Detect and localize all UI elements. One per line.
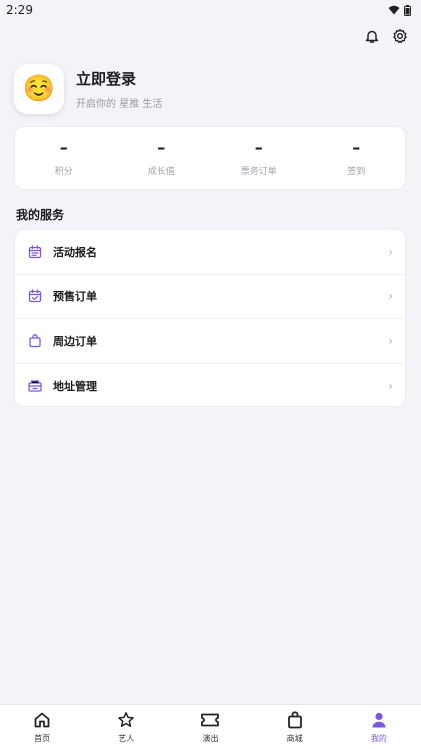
nav-item-me[interactable]: 我的 bbox=[337, 710, 421, 744]
star-icon bbox=[116, 710, 136, 730]
stat-points[interactable]: – 积分 bbox=[15, 137, 113, 177]
avatar[interactable]: ☺️ bbox=[14, 64, 64, 114]
nav-label: 商城 bbox=[286, 734, 303, 743]
nav-item-artists[interactable]: 艺人 bbox=[84, 710, 168, 744]
menu-item-presale-orders[interactable]: 预售订单 › bbox=[15, 275, 405, 319]
stat-value: – bbox=[59, 137, 68, 157]
menu-item-event-signup[interactable]: 活动报名 › bbox=[15, 230, 405, 275]
chevron-right-icon: › bbox=[388, 378, 393, 393]
stat-checkin[interactable]: – 签到 bbox=[308, 137, 406, 177]
profile-text: 立即登录 开启你的 星推 生活 bbox=[76, 68, 162, 110]
bell-icon bbox=[365, 30, 379, 43]
settings-button[interactable] bbox=[391, 27, 409, 45]
login-subtitle: 开启你的 星推 生活 bbox=[76, 99, 163, 110]
stat-value: – bbox=[352, 137, 361, 157]
shopping-bag-icon bbox=[285, 710, 305, 730]
menu-item-merch-orders[interactable]: 周边订单 › bbox=[15, 319, 405, 364]
nav-label: 演出 bbox=[202, 734, 219, 743]
chevron-right-icon: › bbox=[388, 333, 393, 348]
wifi-icon bbox=[388, 5, 400, 15]
menu-item-label: 预售订单 bbox=[53, 290, 97, 304]
shopping-bag-icon bbox=[27, 333, 43, 349]
bottom-nav: 首页 艺人 演出 商城 我的 bbox=[0, 704, 421, 749]
stat-label: 票务订单 bbox=[240, 166, 277, 177]
menu-item-label: 周边订单 bbox=[53, 334, 97, 348]
notification-button[interactable] bbox=[363, 27, 381, 45]
stat-label: 签到 bbox=[347, 166, 366, 177]
home-icon bbox=[32, 710, 52, 730]
status-icons bbox=[388, 4, 411, 16]
login-title[interactable]: 立即登录 bbox=[76, 68, 162, 89]
status-time: 2:29 bbox=[6, 3, 33, 17]
gear-icon bbox=[393, 28, 407, 44]
nav-item-mall[interactable]: 商城 bbox=[253, 710, 337, 744]
calendar-check-icon bbox=[27, 288, 43, 304]
stat-label: 积分 bbox=[54, 166, 73, 177]
nav-item-home[interactable]: 首页 bbox=[0, 710, 84, 744]
nav-item-shows[interactable]: 演出 bbox=[168, 710, 252, 744]
stat-ticket-orders[interactable]: – 票务订单 bbox=[210, 137, 308, 177]
calendar-icon bbox=[27, 244, 43, 260]
nav-label: 艺人 bbox=[118, 734, 135, 743]
menu-item-label: 活动报名 bbox=[53, 245, 97, 259]
chevron-right-icon: › bbox=[388, 289, 393, 304]
stat-value: – bbox=[254, 137, 263, 157]
nav-label: 我的 bbox=[370, 734, 387, 743]
smile-icon: ☺️ bbox=[22, 74, 56, 104]
nav-label: 首页 bbox=[34, 734, 51, 743]
stat-growth[interactable]: – 成长值 bbox=[113, 137, 211, 177]
services-list: 活动报名 › 预售订单 › 周边订单 › 地址管理 › bbox=[14, 229, 406, 407]
status-bar: 2:29 bbox=[0, 0, 421, 20]
stat-label: 成长值 bbox=[147, 166, 175, 177]
user-icon bbox=[369, 710, 389, 730]
menu-item-label: 地址管理 bbox=[53, 379, 97, 393]
ticket-icon bbox=[200, 710, 220, 730]
address-icon bbox=[27, 378, 43, 394]
login-profile[interactable]: ☺️ 立即登录 开启你的 星推 生活 bbox=[14, 64, 162, 114]
top-actions bbox=[363, 27, 409, 45]
battery-icon bbox=[404, 4, 411, 16]
services-title: 我的服务 bbox=[16, 208, 65, 222]
stat-value: – bbox=[157, 137, 166, 157]
stats-card: – 积分 – 成长值 – 票务订单 – 签到 bbox=[14, 126, 406, 190]
chevron-right-icon: › bbox=[388, 244, 393, 259]
menu-item-address[interactable]: 地址管理 › bbox=[15, 364, 405, 409]
